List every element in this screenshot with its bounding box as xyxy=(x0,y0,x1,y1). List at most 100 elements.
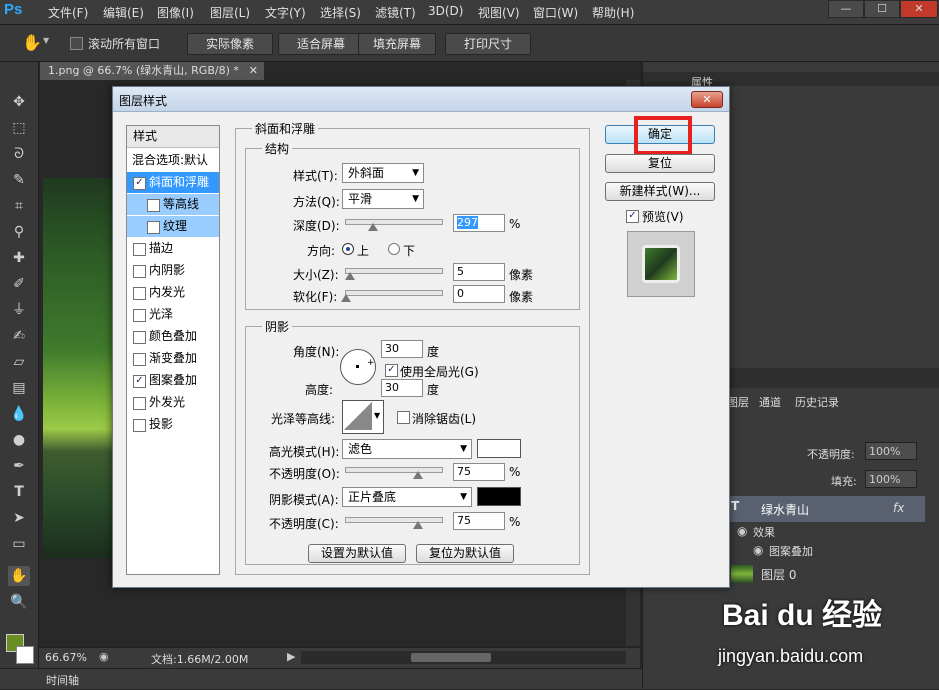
bevel-style-select[interactable]: 外斜面 ▼ xyxy=(342,163,424,183)
style-color-overlay[interactable]: 颜色叠加 xyxy=(127,326,219,347)
effects-eye-icon[interactable]: ◉ xyxy=(737,524,747,538)
style-inner-shadow[interactable]: 内阴影 xyxy=(127,260,219,281)
history-tab[interactable]: 历史记录 xyxy=(795,394,839,410)
fx-icon[interactable]: fx xyxy=(893,501,904,515)
status-expand-icon[interactable]: ▶ xyxy=(287,650,295,663)
checkbox-icon[interactable] xyxy=(147,199,160,212)
document-image[interactable] xyxy=(43,178,113,558)
angle-dial[interactable]: + xyxy=(340,349,376,385)
menu-filter[interactable]: 滤镜(T) xyxy=(375,4,416,21)
horizontal-scrollbar[interactable] xyxy=(301,651,626,664)
clone-stamp-tool-icon[interactable]: ⏚ xyxy=(8,300,30,320)
dialog-title-bar[interactable]: 图层样式 ✕ xyxy=(113,87,729,112)
menu-3d[interactable]: 3D(D) xyxy=(428,4,463,18)
close-tab-icon[interactable]: ✕ xyxy=(249,62,258,80)
menu-view[interactable]: 视图(V) xyxy=(478,4,520,21)
move-tool-icon[interactable]: ✥ xyxy=(8,92,30,112)
style-satin[interactable]: 光泽 xyxy=(127,304,219,325)
checkbox-icon[interactable] xyxy=(133,419,146,432)
pen-tool-icon[interactable]: ✒ xyxy=(8,456,30,476)
checkbox-icon[interactable] xyxy=(133,331,146,344)
actual-pixels-button[interactable]: 实际像素 xyxy=(187,33,273,55)
blur-tool-icon[interactable]: 💧 xyxy=(8,404,30,424)
crop-tool-icon[interactable]: ⌗ xyxy=(8,196,30,216)
layer-row-image[interactable]: 图层 0 xyxy=(727,562,925,586)
layer-name[interactable]: 图层 0 xyxy=(761,566,796,583)
hand-tool-icon[interactable]: ✋ xyxy=(22,33,42,52)
minimize-button[interactable]: — xyxy=(828,0,864,18)
shadow-opacity-thumb[interactable] xyxy=(413,521,423,529)
gradient-tool-icon[interactable]: ▤ xyxy=(8,378,30,398)
pattern-overlay-effect[interactable]: 图案叠加 xyxy=(769,543,813,559)
highlight-color-swatch[interactable] xyxy=(477,439,521,458)
style-drop-shadow[interactable]: 投影 xyxy=(127,414,219,435)
menu-type[interactable]: 文字(Y) xyxy=(265,4,306,21)
checkbox-icon[interactable] xyxy=(133,287,146,300)
style-pattern-overlay[interactable]: ✓ 图案叠加 xyxy=(127,370,219,391)
checkbox-checked-icon[interactable]: ✓ xyxy=(133,177,146,190)
layer-row-text[interactable]: T 绿水青山 fx xyxy=(727,496,925,522)
opacity-field[interactable]: 100% xyxy=(865,442,917,460)
maximize-button[interactable]: ☐ xyxy=(864,0,900,18)
styles-header[interactable]: 样式 xyxy=(127,126,219,148)
type-tool-icon[interactable]: T xyxy=(8,482,30,502)
style-contour[interactable]: 等高线 xyxy=(127,194,219,215)
eraser-tool-icon[interactable]: ▱ xyxy=(8,352,30,372)
checkbox-icon[interactable] xyxy=(133,397,146,410)
reset-button[interactable]: 复位 xyxy=(605,154,715,173)
depth-slider[interactable] xyxy=(345,219,443,225)
menu-help[interactable]: 帮助(H) xyxy=(592,4,634,21)
angle-input[interactable]: 30 xyxy=(381,340,423,358)
size-input[interactable]: 5 xyxy=(453,263,505,281)
checkbox-icon[interactable] xyxy=(133,265,146,278)
background-color-swatch[interactable] xyxy=(16,646,34,664)
depth-slider-thumb[interactable] xyxy=(368,223,378,231)
size-slider[interactable] xyxy=(345,268,443,274)
depth-input[interactable]: 297 xyxy=(453,214,505,232)
highlight-opacity-slider[interactable] xyxy=(345,467,443,473)
fill-field[interactable]: 100% xyxy=(865,470,917,488)
menu-select[interactable]: 选择(S) xyxy=(320,4,361,21)
highlight-mode-select[interactable]: 滤色 ▼ xyxy=(342,439,472,459)
style-inner-glow[interactable]: 内发光 xyxy=(127,282,219,303)
eyedropper-tool-icon[interactable]: ⚲ xyxy=(8,222,30,242)
shadow-opacity-input[interactable]: 75 xyxy=(453,512,505,530)
dialog-close-button[interactable]: ✕ xyxy=(691,91,723,108)
soften-input[interactable]: 0 xyxy=(453,285,505,303)
history-brush-tool-icon[interactable]: ✍ xyxy=(8,326,30,346)
path-select-tool-icon[interactable]: ➤ xyxy=(8,508,30,528)
soften-slider-thumb[interactable] xyxy=(341,294,351,302)
make-default-button[interactable]: 设置为默认值 xyxy=(308,544,406,563)
gloss-contour-picker[interactable]: ▼ xyxy=(342,400,384,434)
menu-file[interactable]: 文件(F) xyxy=(48,4,88,21)
altitude-input[interactable]: 30 xyxy=(381,379,423,397)
pattern-overlay-eye-icon[interactable]: ◉ xyxy=(753,543,763,557)
checkbox-icon[interactable] xyxy=(133,243,146,256)
fill-screen-button[interactable]: 填充屏幕 xyxy=(358,33,436,55)
quick-select-tool-icon[interactable]: ✎ xyxy=(8,170,30,190)
menu-edit[interactable]: 编辑(E) xyxy=(103,4,144,21)
hand-tool-active-icon[interactable]: ✋ xyxy=(8,566,30,586)
checkbox-icon[interactable] xyxy=(147,221,160,234)
channels-tab[interactable]: 通道 xyxy=(759,394,781,410)
shape-tool-icon[interactable]: ▭ xyxy=(8,534,30,554)
healing-brush-tool-icon[interactable]: ✚ xyxy=(8,248,30,268)
style-gradient-overlay[interactable]: 渐变叠加 xyxy=(127,348,219,369)
scrollbar-thumb[interactable] xyxy=(411,653,491,662)
highlight-opacity-input[interactable]: 75 xyxy=(453,463,505,481)
soften-slider[interactable] xyxy=(345,290,443,296)
scroll-all-windows-checkbox[interactable] xyxy=(70,37,83,50)
tool-preset-chevron-icon[interactable]: ▼ xyxy=(43,36,49,45)
highlight-opacity-thumb[interactable] xyxy=(413,471,423,479)
layer-name[interactable]: 绿水青山 xyxy=(761,501,809,518)
direction-down-radio[interactable] xyxy=(388,243,400,255)
checkbox-checked-icon[interactable]: ✓ xyxy=(133,375,146,388)
style-bevel-emboss[interactable]: ✓ 斜面和浮雕 xyxy=(127,172,219,193)
blending-options-item[interactable]: 混合选项:默认 xyxy=(127,149,219,171)
zoom-tool-icon[interactable]: 🔍 xyxy=(8,592,30,612)
marquee-tool-icon[interactable]: ⬚ xyxy=(8,118,30,138)
layers-tab[interactable]: 图层 xyxy=(727,394,749,410)
technique-select[interactable]: 平滑 ▼ xyxy=(342,189,424,209)
direction-up-radio[interactable] xyxy=(342,243,354,255)
shadow-opacity-slider[interactable] xyxy=(345,517,443,523)
